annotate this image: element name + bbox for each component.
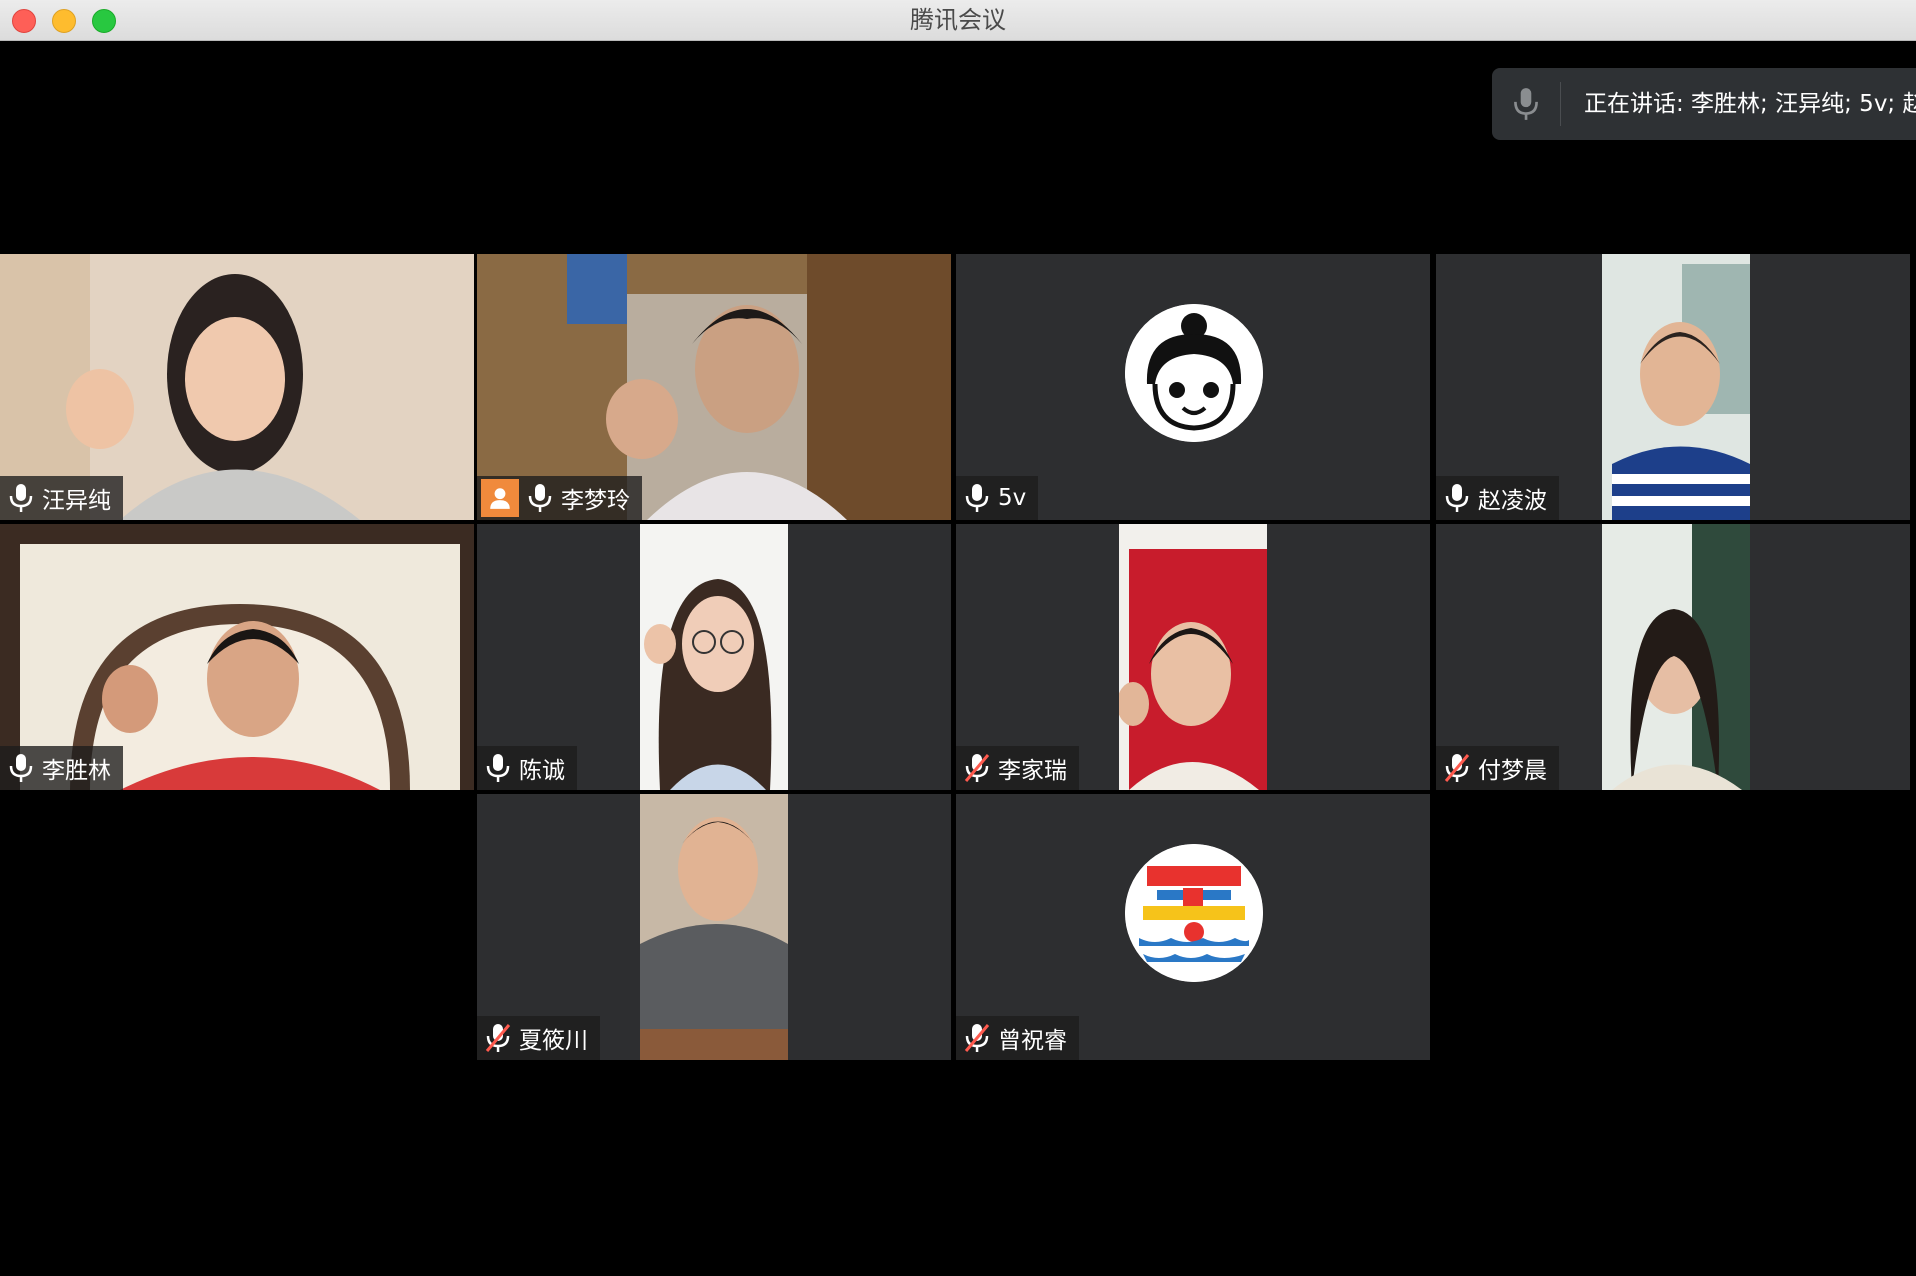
divider	[1560, 82, 1561, 126]
participant-name: 汪异纯	[42, 488, 111, 514]
participant-name: 陈诚	[519, 758, 565, 784]
participant-name: 夏筱川	[519, 1028, 588, 1054]
participant-name: 曾祝睿	[998, 1028, 1067, 1054]
participant-namebar: 李胜林	[0, 746, 123, 790]
participant-name: 赵凌波	[1478, 488, 1547, 514]
microphone-icon	[486, 754, 510, 782]
participant-tile[interactable]: 5v	[956, 254, 1430, 520]
participant-namebar: 李家瑞	[956, 746, 1079, 790]
muted-microphone-icon	[1444, 754, 1470, 782]
participant-tile[interactable]: 夏筱川	[477, 794, 951, 1060]
microphone-icon	[965, 484, 989, 512]
muted-microphone-icon	[964, 1024, 990, 1052]
participant-namebar: 付梦晨	[1436, 746, 1559, 790]
microphone-icon	[528, 484, 552, 512]
participant-tile[interactable]: 付梦晨	[1436, 524, 1910, 790]
microphone-icon	[1512, 86, 1540, 122]
participant-namebar: 李梦玲	[477, 476, 642, 520]
participant-tile[interactable]: 李家瑞	[956, 524, 1430, 790]
speaking-indicator: 正在讲话: 李胜林; 汪异纯; 5v; 赵凌波	[1492, 68, 1916, 140]
video-feed	[640, 524, 788, 790]
participant-name: 付梦晨	[1478, 758, 1547, 784]
participant-tile[interactable]: 汪异纯	[0, 254, 474, 520]
participant-name: 李家瑞	[998, 758, 1067, 784]
speaking-text: 正在讲话: 李胜林; 汪异纯; 5v; 赵凌波	[1584, 91, 1916, 117]
participant-namebar: 赵凌波	[1436, 476, 1559, 520]
participant-name: 5v	[998, 485, 1027, 511]
participant-namebar: 汪异纯	[0, 476, 123, 520]
participant-namebar: 陈诚	[477, 746, 577, 790]
video-feed	[1119, 524, 1267, 790]
participant-name: 李梦玲	[561, 488, 630, 514]
host-icon	[481, 479, 519, 517]
video-feed	[1602, 524, 1750, 790]
participant-tile[interactable]: 赵凌波	[1436, 254, 1910, 520]
microphone-icon	[9, 754, 33, 782]
participant-name: 李胜林	[42, 758, 111, 784]
participant-tile-active-speaker[interactable]: 李胜林	[0, 524, 474, 790]
cartoon-girl-avatar	[1125, 304, 1263, 442]
colorful-logo-avatar	[1125, 844, 1263, 982]
participant-namebar: 5v	[956, 476, 1039, 520]
participant-tile[interactable]: 陈诚	[477, 524, 951, 790]
window-title: 腾讯会议	[910, 6, 1006, 34]
participant-namebar: 曾祝睿	[956, 1016, 1079, 1060]
participant-namebar: 夏筱川	[477, 1016, 600, 1060]
video-feed	[640, 794, 788, 1060]
microphone-icon	[9, 484, 33, 512]
window-titlebar: 腾讯会议	[0, 0, 1916, 41]
video-feed	[1602, 254, 1750, 520]
muted-microphone-icon	[964, 754, 990, 782]
participant-tile[interactable]: 曾祝睿	[956, 794, 1430, 1060]
muted-microphone-icon	[485, 1024, 511, 1052]
participant-tile[interactable]: 李梦玲	[477, 254, 951, 520]
microphone-icon	[1445, 484, 1469, 512]
